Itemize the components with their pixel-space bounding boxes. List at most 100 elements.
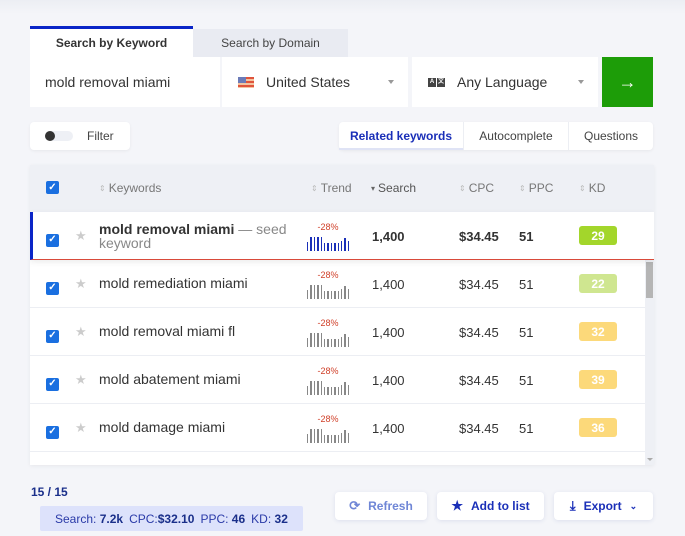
keyword-text[interactable]: mold damage miami [99, 420, 299, 434]
cpc-value: $34.45 [459, 229, 499, 244]
trend-bar [330, 435, 333, 443]
table-row[interactable]: ✓ ★ mold abatement miami -28% 1,400 $34.45 51 3… [30, 356, 645, 404]
star-icon[interactable]: ★ [75, 324, 87, 340]
trend-bar [327, 435, 329, 443]
top-shade [0, 0, 685, 14]
trend-bar [340, 241, 343, 251]
language-label: Any Language [457, 74, 548, 90]
column-trend[interactable]: ⇕ Trend [311, 181, 352, 195]
refresh-button[interactable]: ⟳ Refresh [335, 492, 427, 520]
trend-bar [323, 387, 326, 395]
table-row[interactable]: ✓ ★ mold damage miami -28% 1,400 $34.45 51 36 [30, 404, 645, 452]
scroll-down-arrow-icon[interactable] [647, 458, 653, 461]
summary-search-label: Search: [55, 511, 97, 526]
trend-bar [344, 286, 346, 299]
sort-icon: ⇕ [579, 183, 586, 193]
trend-percent: -28% [317, 318, 339, 328]
keyword-text[interactable]: mold removal miami — seed keyword [99, 222, 299, 250]
search-volume: 1,400 [372, 277, 405, 292]
trend-bar [347, 289, 350, 299]
keyword-input[interactable] [30, 57, 220, 107]
keyword-text[interactable]: mold remediation miami [99, 276, 299, 290]
keyword-text[interactable]: mold removal miami fl [99, 324, 299, 338]
tab-questions[interactable]: Questions [568, 122, 653, 150]
tab-related-keywords[interactable]: Related keywords [339, 122, 463, 150]
trend-bar [334, 291, 336, 299]
export-button[interactable]: ⤓ Export ⌄ [554, 492, 653, 520]
trend-bar [334, 435, 336, 443]
trend-bar [313, 429, 316, 443]
tab-search-by-keyword[interactable]: Search by Keyword [30, 26, 193, 57]
trend-sparkline [307, 379, 350, 395]
trend-sparkline [307, 331, 350, 347]
column-search[interactable]: ▾ Search [371, 181, 416, 195]
sort-icon: ⇕ [459, 183, 466, 193]
filter-toggle[interactable]: Filter [30, 122, 130, 150]
language-icon: A文 [428, 77, 445, 87]
keyword-mode-tabs: Related keywords Autocomplete Questions [339, 122, 653, 150]
select-all-checkbox[interactable]: ✓ [46, 181, 59, 194]
cpc-value: $34.45 [459, 277, 499, 292]
trend-cell: -28% [307, 414, 350, 443]
refresh-label: Refresh [368, 499, 413, 513]
sort-icon: ⇕ [99, 183, 106, 193]
language-select[interactable]: A文 Any Language [412, 57, 598, 107]
table-row-seed[interactable]: ✓ ★ mold removal miami — seed keyword -28% 1… [30, 212, 654, 260]
star-icon[interactable]: ★ [75, 420, 87, 436]
tab-autocomplete[interactable]: Autocomplete [463, 122, 568, 150]
trend-bar [307, 242, 309, 251]
export-label: Export [583, 499, 622, 513]
trend-percent: -28% [317, 366, 339, 376]
trend-bar [330, 387, 333, 395]
trend-bar [334, 387, 336, 395]
column-keywords[interactable]: ⇕ Keywords [99, 181, 161, 195]
search-volume: 1,400 [372, 325, 405, 340]
column-cpc[interactable]: ⇕ CPC [459, 181, 494, 195]
star-icon[interactable]: ★ [75, 276, 87, 292]
trend-bar [330, 339, 333, 347]
keyword-text[interactable]: mold abatement miami [99, 372, 299, 386]
column-keywords-label: Keywords [108, 181, 162, 195]
trend-bar [344, 430, 346, 443]
star-icon[interactable]: ★ [75, 372, 87, 388]
row-checkbox[interactable]: ✓ [46, 326, 59, 343]
trend-bar [323, 243, 326, 251]
trend-bar [313, 237, 316, 251]
row-checkbox[interactable]: ✓ [46, 278, 59, 295]
arrow-right-icon: → [618, 71, 637, 92]
column-kd[interactable]: ⇕ KD [579, 181, 605, 195]
row-checkbox[interactable]: ✓ [46, 422, 59, 439]
search-bar: United States A文 Any Language → [30, 57, 653, 107]
search-volume: 1,400 [372, 229, 405, 244]
row-checkbox[interactable]: ✓ [46, 230, 59, 247]
star-icon: ★ [451, 498, 463, 513]
scrollbar[interactable] [645, 260, 654, 465]
trend-percent: -28% [317, 270, 339, 280]
column-ppc[interactable]: ⇕ PPC [519, 181, 553, 195]
search-submit-button[interactable]: → [602, 57, 653, 107]
country-select[interactable]: United States [222, 57, 408, 107]
table-row[interactable]: ✓ ★ mold removal miami fl -28% 1,400 $34.45 51… [30, 308, 645, 356]
trend-bar [340, 385, 343, 395]
results-count: 15 / 15 [31, 485, 68, 499]
ppc-value: 51 [519, 229, 534, 244]
summary-cpc-label: CPC: [129, 511, 158, 526]
trend-bar [340, 337, 343, 347]
caret-down-icon [578, 80, 584, 84]
scrollbar-thumb[interactable] [646, 262, 653, 298]
search-mode-tabs: Search by Keyword Search by Domain [30, 26, 348, 57]
tab-search-by-domain[interactable]: Search by Domain [193, 29, 348, 57]
star-icon[interactable]: ★ [75, 228, 87, 244]
kd-badge: 36 [579, 418, 617, 437]
trend-sparkline [307, 235, 350, 251]
search-volume: 1,400 [372, 421, 405, 436]
trend-bar [317, 381, 319, 395]
table-row[interactable]: ✓ ★ mold remediation miami -28% 1,400 $34.45 5… [30, 260, 645, 308]
trend-bar [310, 285, 312, 299]
toggle-switch[interactable] [45, 131, 73, 141]
row-checkbox[interactable]: ✓ [46, 374, 59, 391]
add-to-list-button[interactable]: ★ Add to list [437, 492, 544, 520]
trend-bar [334, 339, 336, 347]
table-header: ✓ ⇕ Keywords ⇕ Trend ▾ Search ⇕ CPC ⇕ PP… [30, 165, 654, 212]
keyword-label: mold abatement miami [99, 371, 241, 387]
